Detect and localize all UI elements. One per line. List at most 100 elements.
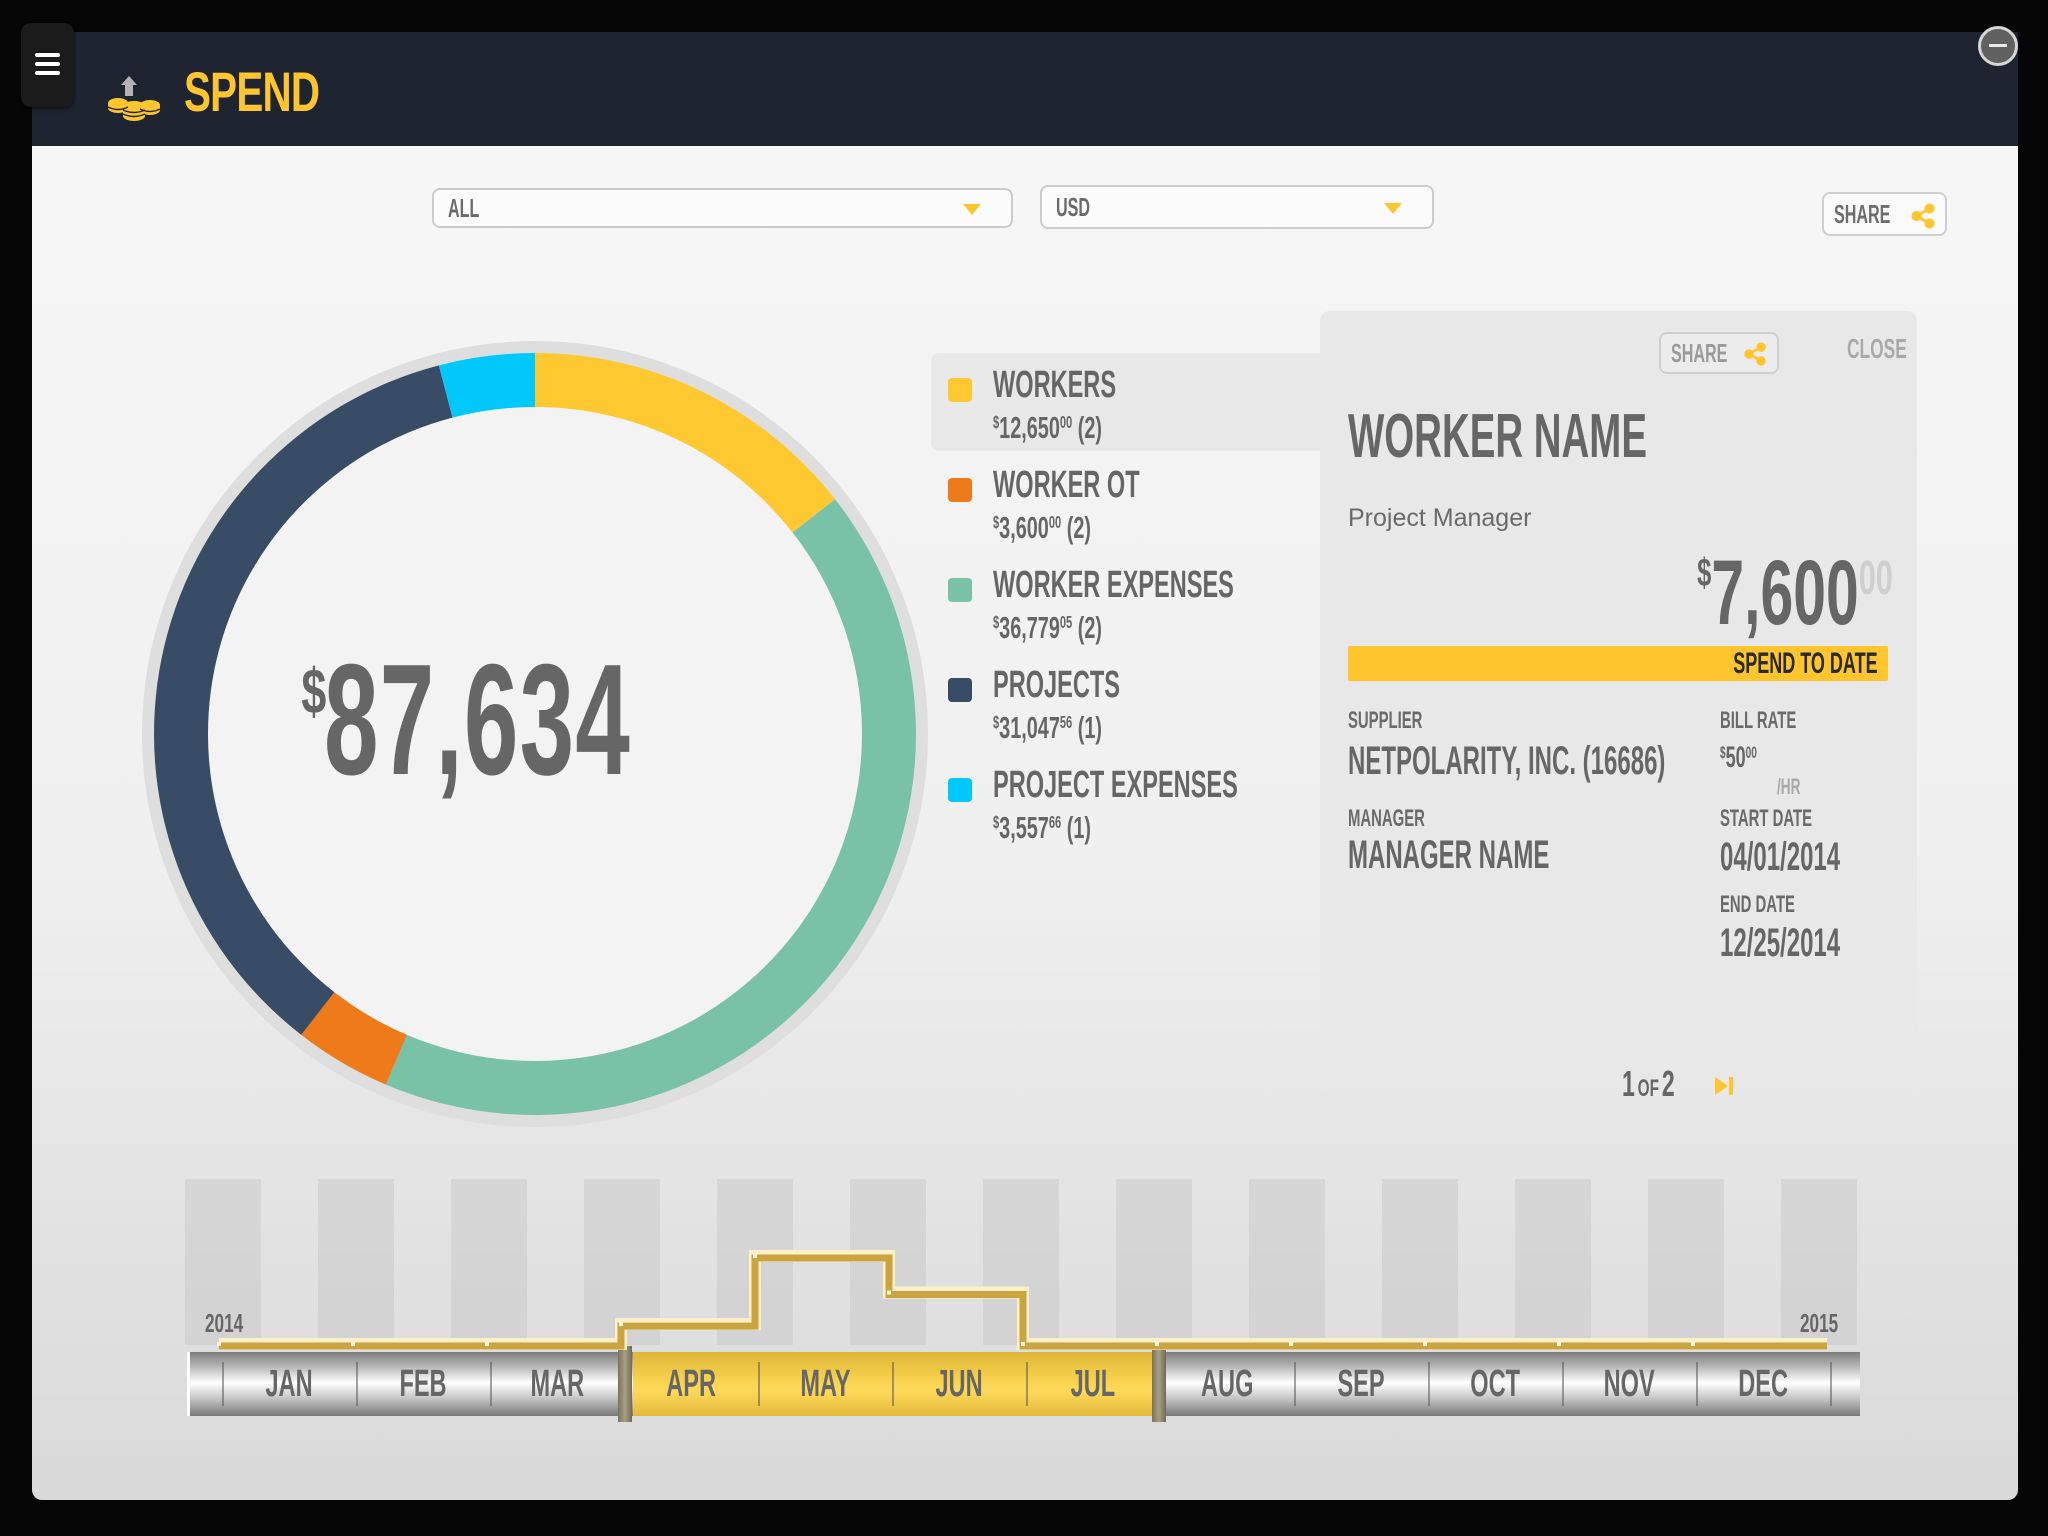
month-label: FEB (399, 1363, 447, 1405)
legend-swatch (948, 578, 972, 602)
range-end-handle[interactable] (1152, 1346, 1166, 1422)
timeline-month-jan[interactable]: JAN (222, 1352, 356, 1416)
legend-amount: $31,04756 (1) (993, 710, 1102, 745)
month-divider (1696, 1362, 1698, 1406)
range-start-handle[interactable] (618, 1346, 632, 1422)
legend-swatch (948, 478, 972, 502)
total-value: 87,634 (323, 632, 631, 808)
timeline-month-may[interactable]: MAY (758, 1352, 892, 1416)
legend-swatch (948, 378, 972, 402)
timeline-column-band (850, 1179, 926, 1345)
legend-item-worker-expenses[interactable]: WORKER EXPENSES $36,77905 (2) (948, 558, 1308, 648)
timeline-month-jul[interactable]: JUL (1026, 1352, 1160, 1416)
legend-item-projects[interactable]: PROJECTS $31,04756 (1) (948, 658, 1308, 748)
detail-share-button[interactable]: SHARE (1659, 332, 1779, 374)
currency-dropdown[interactable]: USD (1040, 185, 1434, 229)
start-date-label: START DATE (1720, 805, 1813, 832)
timeline-month-dec[interactable]: DEC (1696, 1352, 1830, 1416)
month-divider (1294, 1362, 1296, 1406)
spend-to-date-label: SPEND TO DATE (1733, 647, 1878, 680)
month-label: DEC (1738, 1363, 1788, 1405)
month-divider (1562, 1362, 1564, 1406)
legend-item-workers[interactable]: WORKERS $12,65000 (2) (948, 358, 1308, 448)
close-button[interactable]: CLOSE (1847, 333, 1907, 365)
bill-rate-value: $5000 (1720, 741, 1757, 774)
timeline-column-band (584, 1179, 660, 1345)
timeline-month-aug[interactable]: AUG (1160, 1352, 1294, 1416)
month-divider (758, 1362, 760, 1406)
timeline-column-band (451, 1179, 527, 1345)
legend-label: WORKER OT (993, 464, 1140, 506)
timeline-column-band (717, 1179, 793, 1345)
month-divider (356, 1362, 358, 1406)
bill-rate-unit: /HR (1777, 774, 1801, 799)
timeline-month-sep[interactable]: SEP (1294, 1352, 1428, 1416)
bill-rate-label: BILL RATE (1720, 707, 1797, 734)
header-bar: SPEND (32, 32, 2018, 146)
app-title: SPEND (184, 60, 320, 123)
timeline-month-nov[interactable]: NOV (1562, 1352, 1696, 1416)
hamburger-icon (35, 71, 60, 75)
start-date-value: 04/01/2014 (1720, 835, 1841, 879)
legend-label: WORKER EXPENSES (993, 564, 1234, 606)
legend-amount: $3,55766 (1) (993, 810, 1091, 845)
next-page-icon[interactable] (1714, 1075, 1734, 1097)
month-label: AUG (1200, 1363, 1254, 1405)
coins-upload-icon (107, 76, 161, 121)
scope-dropdown-value: ALL (448, 193, 480, 223)
month-divider (892, 1362, 894, 1406)
legend-label: WORKERS (993, 364, 1117, 406)
share-icon (1911, 203, 1935, 229)
timeline-month-apr[interactable]: APR (624, 1352, 758, 1416)
total-spend: $87,634 (296, 640, 819, 800)
legend-amount: $3,60000 (2) (993, 510, 1091, 545)
legend-swatch (948, 678, 972, 702)
menu-button[interactable] (21, 23, 74, 107)
legend-item-project-expenses[interactable]: PROJECT EXPENSES $3,55766 (1) (948, 758, 1308, 848)
timeline-month-strip[interactable]: JAN FEB MAR APR MAY JUN JUL AUG SEP OCT NOV DEC (187, 1346, 1860, 1422)
month-label: MAR (530, 1363, 584, 1405)
scope-dropdown[interactable]: ALL (432, 188, 1013, 228)
spend-to-date-bar: SPEND TO DATE (1348, 646, 1888, 681)
month-label: JUL (1070, 1363, 1116, 1405)
month-label: JAN (265, 1363, 313, 1405)
pager: 1 OF 2 (1622, 1063, 1675, 1104)
timeline-month-jun[interactable]: JUN (892, 1352, 1026, 1416)
timeline-column-band (1249, 1179, 1325, 1345)
timeline-column-band (1116, 1179, 1192, 1345)
hamburger-icon (35, 53, 60, 57)
timeline-start-year: 2014 (205, 1308, 244, 1338)
legend-item-worker-ot[interactable]: WORKER OT $3,60000 (2) (948, 458, 1308, 548)
worker-detail-panel: SHARE CLOSE WORKER NAME Project Manager … (1320, 311, 1917, 1104)
share-button[interactable]: SHARE (1822, 192, 1947, 236)
month-label: MAY (799, 1363, 851, 1405)
month-label: SEP (1337, 1363, 1385, 1405)
chevron-down-icon (1384, 203, 1402, 214)
timeline-month-feb[interactable]: FEB (356, 1352, 490, 1416)
minimize-button[interactable] (1978, 26, 2018, 66)
month-divider (490, 1362, 492, 1406)
end-date-value: 12/25/2014 (1720, 921, 1841, 965)
timeline-column-band (1382, 1179, 1458, 1345)
chevron-down-icon (963, 204, 981, 215)
legend-amount: $12,65000 (2) (993, 410, 1102, 445)
share-label: SHARE (1834, 199, 1891, 229)
month-divider (222, 1362, 224, 1406)
hamburger-icon (35, 62, 60, 66)
month-divider (1428, 1362, 1430, 1406)
currency-dropdown-value: USD (1056, 192, 1091, 222)
timeline-month-oct[interactable]: OCT (1428, 1352, 1562, 1416)
month-label: APR (666, 1363, 716, 1405)
timeline-column-band (1648, 1179, 1724, 1345)
manager-value: MANAGER NAME (1348, 833, 1550, 877)
share-icon (1744, 342, 1766, 366)
spend-window: SPEND ALL USD SHARE $87,634 WORKERS $12,… (32, 32, 2018, 1500)
timeline-column-band (1515, 1179, 1591, 1345)
supplier-label: SUPPLIER (1348, 707, 1423, 734)
spend-to-date-amount: $7,60000 (1697, 542, 1893, 644)
month-label: JUN (935, 1363, 983, 1405)
legend-label: PROJECT EXPENSES (993, 764, 1238, 806)
legend-amount: $36,77905 (2) (993, 610, 1102, 645)
timeline-month-mar[interactable]: MAR (490, 1352, 624, 1416)
month-label: NOV (1603, 1363, 1655, 1405)
